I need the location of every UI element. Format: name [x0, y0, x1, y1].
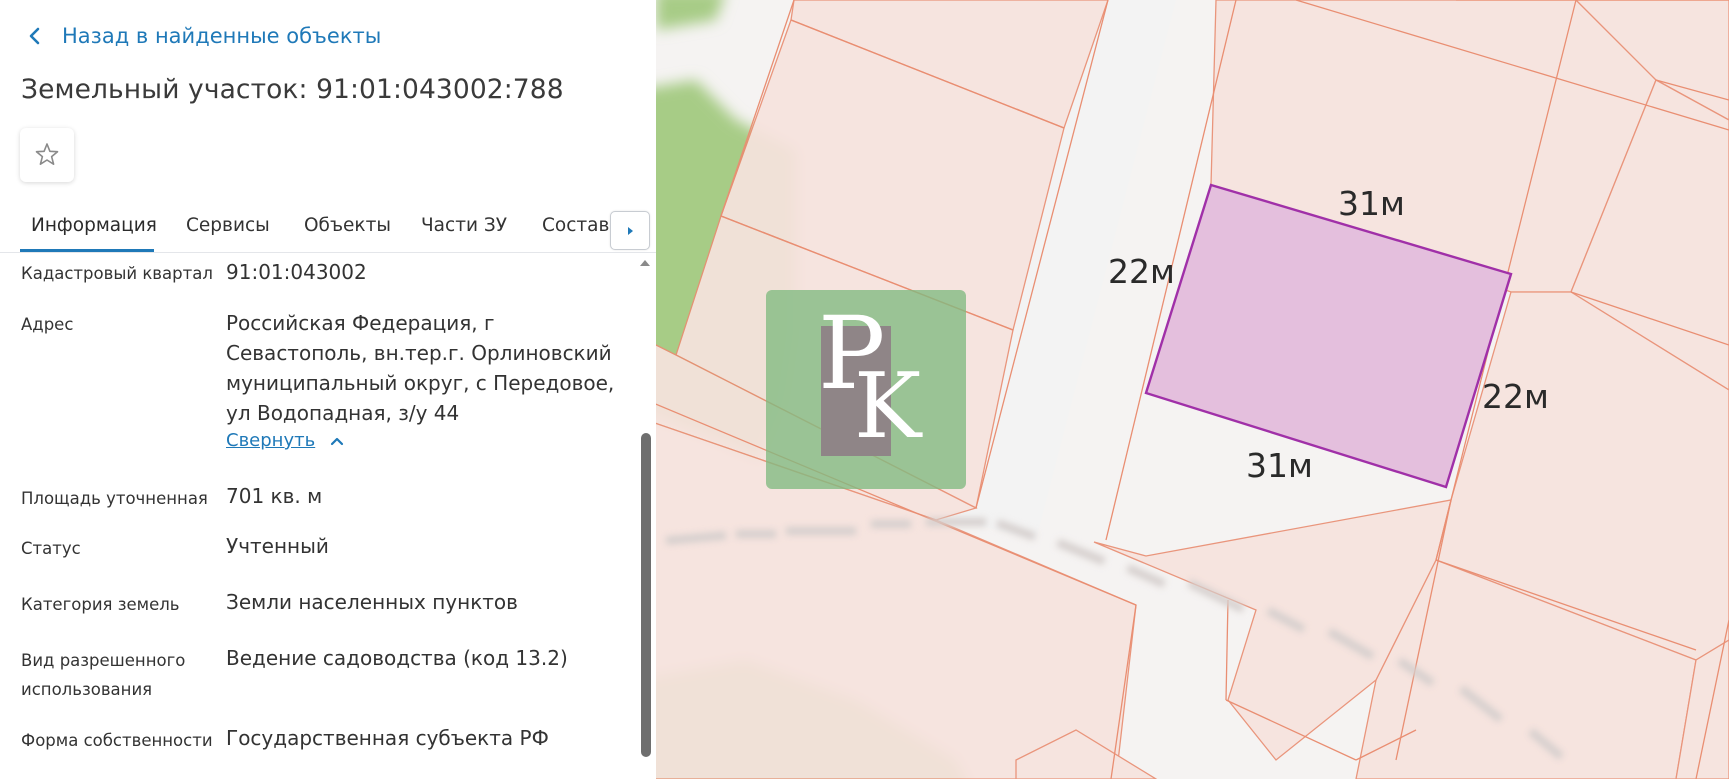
- info-value: Российская Федерация, г Севастополь, вн.…: [226, 311, 615, 425]
- info-label: Вид разрешенного использования: [21, 651, 186, 699]
- watermark-logo: P K: [766, 290, 966, 489]
- info-list: Кадастровый квартал 91:01:043002 Адрес Р…: [0, 254, 640, 779]
- panel-scrollbar-thumb[interactable]: [641, 433, 651, 757]
- info-value: Государственная субъекта РФ: [226, 726, 549, 750]
- tab-composition[interactable]: Состав: [542, 215, 609, 236]
- tab-bar: Информация Сервисы Объекты Части ЗУ Сост…: [0, 205, 656, 253]
- active-tab-indicator: [20, 249, 154, 252]
- cadastral-map[interactable]: 31м 22м 22м 31м P K: [656, 0, 1729, 779]
- dimension-label-right: 22м: [1482, 377, 1549, 416]
- back-to-results-link[interactable]: Назад в найденные объекты: [28, 22, 381, 50]
- chevron-up-icon: [331, 437, 344, 445]
- info-label: Категория земель: [21, 595, 180, 614]
- collapse-address-link[interactable]: Свернуть: [226, 430, 345, 451]
- tab-parcel-parts[interactable]: Части ЗУ: [421, 215, 507, 236]
- info-value: Учтенный: [226, 534, 329, 558]
- favorite-button[interactable]: [20, 128, 74, 182]
- info-value: Земли населенных пунктов: [226, 590, 518, 614]
- scroll-up-arrow-icon[interactable]: [639, 258, 651, 268]
- dimension-label-left: 22м: [1108, 252, 1175, 291]
- app-window: Назад в найденные объекты Земельный учас…: [0, 0, 1729, 779]
- info-value: 701 кв. м: [226, 484, 323, 508]
- back-link-label: Назад в найденные объекты: [62, 24, 382, 48]
- info-label: Площадь уточненная: [21, 489, 208, 508]
- tabs-scroll-right-button[interactable]: [610, 211, 650, 250]
- info-label: Адрес: [21, 315, 74, 334]
- info-label: Статус: [21, 539, 81, 558]
- object-info-panel: Назад в найденные объекты Земельный учас…: [0, 0, 656, 779]
- tab-information[interactable]: Информация: [31, 215, 157, 236]
- logo-letter-k: K: [854, 354, 922, 459]
- tab-services[interactable]: Сервисы: [186, 215, 270, 236]
- star-outline-icon: [35, 143, 59, 165]
- page-title: Земельный участок: 91:01:043002:788: [21, 74, 564, 105]
- chevron-left-icon: [29, 27, 40, 45]
- dimension-label-bottom: 31м: [1246, 446, 1313, 485]
- info-label: Кадастровый квартал: [21, 264, 213, 283]
- info-value: Ведение садоводства (код 13.2): [226, 646, 568, 670]
- info-value: 91:01:043002: [226, 260, 367, 284]
- tab-objects[interactable]: Объекты: [304, 215, 391, 236]
- caret-right-icon: [628, 226, 633, 235]
- info-label: Форма собственности: [21, 731, 213, 750]
- collapse-label: Свернуть: [226, 430, 316, 451]
- dimension-label-top: 31м: [1338, 184, 1405, 223]
